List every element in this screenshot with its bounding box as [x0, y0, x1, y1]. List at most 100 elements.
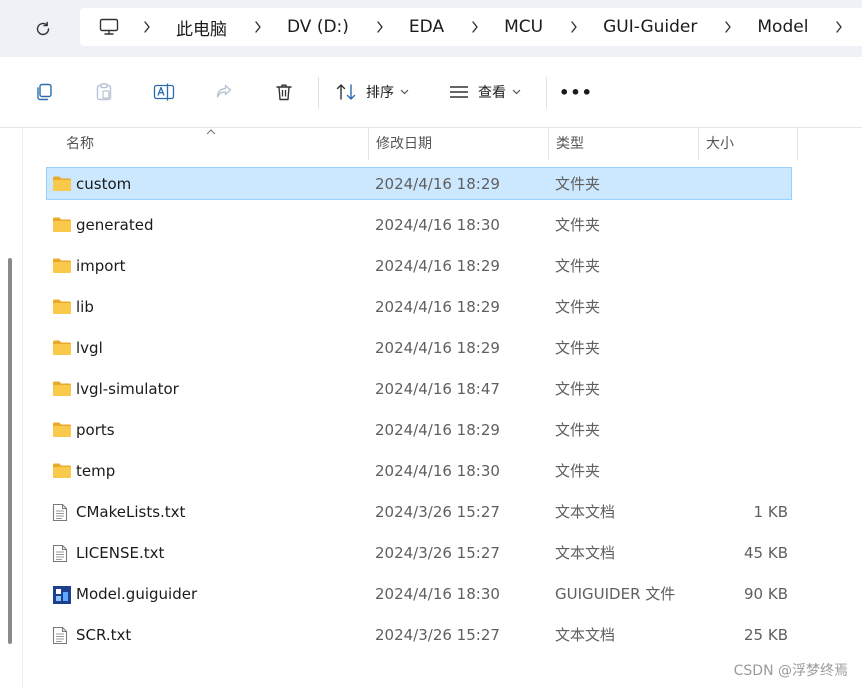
breadcrumb-item-gui-guider[interactable]: GUI-Guider: [603, 17, 697, 37]
share-button[interactable]: [212, 80, 236, 104]
file-type: 文本文档: [555, 503, 616, 521]
trash-icon: [276, 84, 292, 101]
file-type: 文件夹: [555, 380, 601, 398]
file-name[interactable]: CMakeLists.txt: [76, 495, 185, 530]
file-date: 2024/4/16 18:30: [375, 216, 500, 234]
refresh-button[interactable]: [30, 16, 56, 42]
column-divider[interactable]: [548, 128, 549, 160]
file-size: 25 KB: [744, 626, 788, 644]
file-name[interactable]: generated: [76, 208, 153, 243]
chevron-down-icon: [512, 89, 521, 95]
file-row[interactable]: CMakeLists.txt 2024/3/26 15:27 文本文档 1 KB: [46, 495, 794, 536]
sort-label: 排序: [366, 85, 394, 101]
breadcrumb-item-model[interactable]: Model: [757, 17, 808, 37]
view-list-icon: [450, 86, 468, 98]
toolbar-divider: [546, 77, 547, 109]
file-list: custom 2024/4/16 18:29 文件夹 generated 2024/4/…: [46, 167, 794, 659]
file-row[interactable]: SCR.txt 2024/3/26 15:27 文本文档 25 KB: [46, 618, 794, 659]
column-header-type[interactable]: 类型: [556, 128, 584, 160]
sort-ascending-icon: [206, 129, 216, 135]
file-name[interactable]: LICENSE.txt: [76, 536, 164, 571]
column-divider[interactable]: [368, 128, 369, 160]
breadcrumb-item-mcu[interactable]: MCU: [504, 17, 543, 37]
rename-icon: [153, 83, 175, 101]
file-name[interactable]: custom: [76, 167, 131, 202]
sort-menu-button[interactable]: 排序: [336, 79, 409, 105]
file-date: 2024/4/16 18:30: [375, 462, 500, 480]
breadcrumb-item-drive[interactable]: DV (D:): [287, 17, 349, 37]
breadcrumb-item-this-pc[interactable]: 此电脑: [176, 15, 227, 40]
breadcrumb: 此电脑 DV (D:) EDA MCU GUI-Guider Model: [98, 8, 862, 46]
copy-button[interactable]: [32, 80, 56, 104]
file-date: 2024/4/16 18:29: [375, 257, 500, 275]
file-row[interactable]: ports 2024/4/16 18:29 文件夹: [46, 413, 794, 454]
address-row: 此电脑 DV (D:) EDA MCU GUI-Guider Model: [0, 0, 862, 57]
folder-icon: [52, 339, 72, 357]
file-name[interactable]: lib: [76, 290, 94, 325]
toolbar-divider: [318, 77, 319, 109]
column-header-size[interactable]: 大小: [706, 128, 734, 160]
column-divider[interactable]: [797, 128, 798, 160]
file-row[interactable]: Model.guiguider 2024/4/16 18:30 GUIGUIDER …: [46, 577, 794, 618]
file-type: 文本文档: [555, 626, 616, 644]
text-file-icon: [52, 544, 72, 563]
file-size: 1 KB: [753, 503, 788, 521]
chevron-right-icon[interactable]: [142, 20, 152, 34]
folder-icon: [52, 175, 72, 193]
file-type: 文件夹: [555, 421, 601, 439]
file-name[interactable]: lvgl: [76, 331, 103, 366]
file-date: 2024/3/26 15:27: [375, 544, 500, 562]
view-menu-button[interactable]: 查看: [448, 79, 521, 105]
file-date: 2024/4/16 18:47: [375, 380, 500, 398]
file-row[interactable]: LICENSE.txt 2024/3/26 15:27 文本文档 45 KB: [46, 536, 794, 577]
file-type: GUIGUIDER 文件: [555, 585, 676, 603]
scrollbar-thumb[interactable]: [8, 258, 12, 644]
delete-button[interactable]: [272, 80, 296, 104]
file-name[interactable]: temp: [76, 454, 115, 489]
chevron-down-icon: [400, 89, 409, 95]
file-type: 文件夹: [555, 257, 601, 275]
breadcrumb-item-eda[interactable]: EDA: [409, 17, 444, 37]
file-row[interactable]: import 2024/4/16 18:29 文件夹: [46, 249, 794, 290]
file-date: 2024/4/16 18:30: [375, 585, 500, 603]
file-row[interactable]: generated 2024/4/16 18:30 文件夹: [46, 208, 794, 249]
folder-icon: [52, 421, 72, 439]
text-file-icon: [52, 503, 72, 522]
chevron-right-icon[interactable]: [569, 20, 579, 34]
file-date: 2024/4/16 18:29: [375, 339, 500, 357]
column-header-date[interactable]: 修改日期: [376, 128, 432, 160]
folder-icon: [52, 298, 72, 316]
paste-button[interactable]: [92, 80, 116, 104]
this-pc-icon[interactable]: [98, 16, 120, 38]
file-name[interactable]: ports: [76, 413, 115, 448]
file-name[interactable]: import: [76, 249, 126, 284]
column-divider[interactable]: [698, 128, 699, 160]
file-size: 90 KB: [744, 585, 788, 603]
file-type: 文件夹: [555, 298, 601, 316]
chevron-right-icon[interactable]: [375, 20, 385, 34]
view-label: 查看: [478, 85, 506, 101]
file-name[interactable]: lvgl-simulator: [76, 372, 179, 407]
file-row[interactable]: lvgl-simulator 2024/4/16 18:47 文件夹: [46, 372, 794, 413]
chevron-right-icon[interactable]: [470, 20, 480, 34]
paste-icon: [96, 83, 112, 101]
column-header-name[interactable]: 名称: [66, 128, 94, 160]
file-row[interactable]: lvgl 2024/4/16 18:29 文件夹: [46, 331, 794, 372]
file-row[interactable]: lib 2024/4/16 18:29 文件夹: [46, 290, 794, 331]
file-date: 2024/3/26 15:27: [375, 503, 500, 521]
column-headers: 名称 修改日期 类型 大小: [46, 128, 798, 160]
more-options-button[interactable]: •••: [559, 80, 592, 104]
address-bar[interactable]: 此电脑 DV (D:) EDA MCU GUI-Guider Model: [80, 8, 862, 46]
folder-icon: [52, 216, 72, 234]
file-row[interactable]: custom 2024/4/16 18:29 文件夹: [46, 167, 794, 208]
file-type: 文件夹: [555, 216, 601, 234]
text-file-icon: [52, 626, 72, 645]
file-name[interactable]: SCR.txt: [76, 618, 131, 653]
file-name[interactable]: Model.guiguider: [76, 577, 197, 612]
file-row[interactable]: temp 2024/4/16 18:30 文件夹: [46, 454, 794, 495]
rename-button[interactable]: [152, 80, 176, 104]
chevron-right-icon[interactable]: [723, 20, 733, 34]
chevron-right-icon[interactable]: [834, 20, 844, 34]
chevron-right-icon[interactable]: [253, 20, 263, 34]
file-date: 2024/4/16 18:29: [375, 421, 500, 439]
